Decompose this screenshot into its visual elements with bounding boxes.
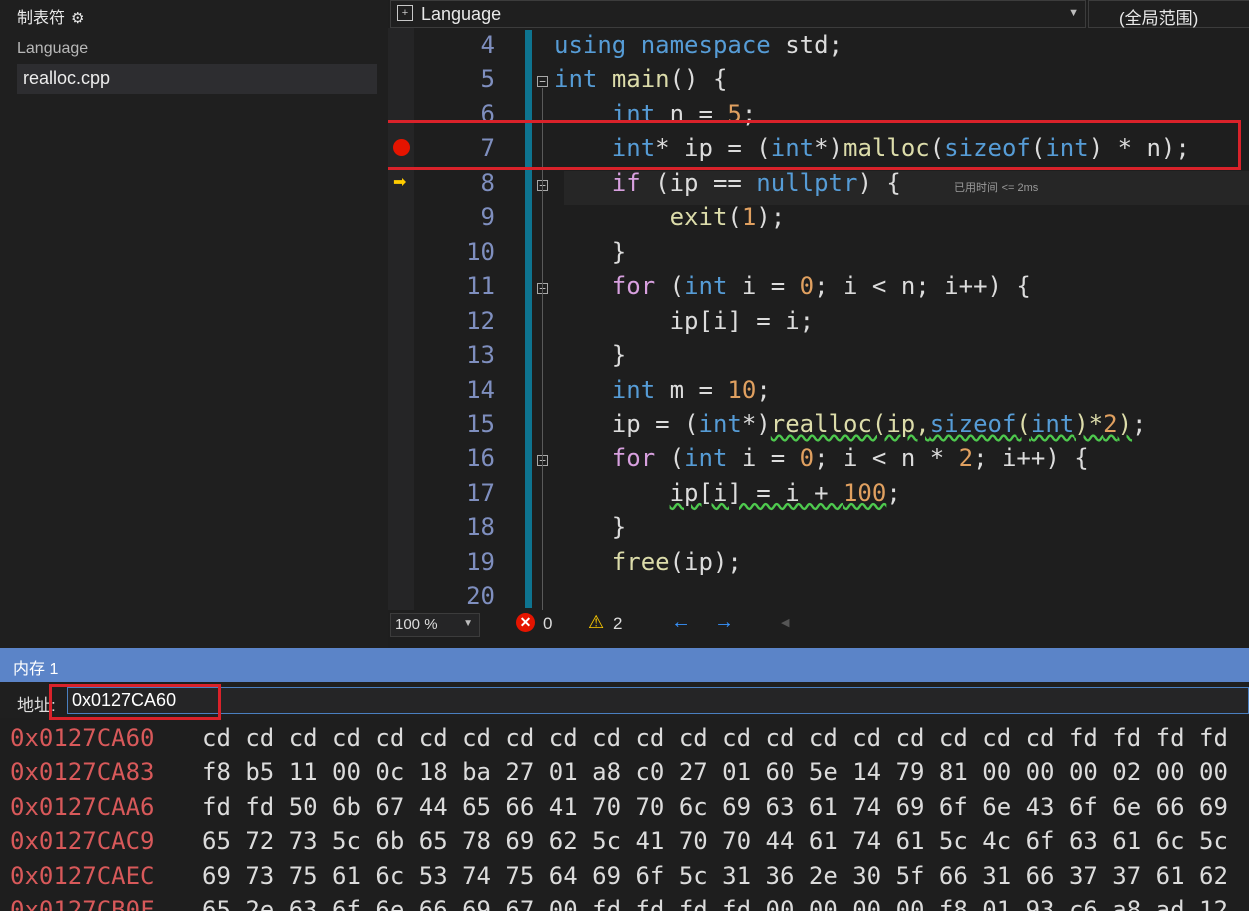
memory-title-label: 内存 1 xyxy=(13,661,59,678)
memory-row[interactable]: 0x0127CA60 cd cd cd cd cd cd cd cd cd cd … xyxy=(0,724,1249,758)
chevron-down-icon: ▼ xyxy=(1068,7,1079,19)
navigate-forward-icon[interactable]: → xyxy=(714,611,734,634)
solution-panel: 制表符 ⚙ Language realloc.cpp xyxy=(0,0,388,648)
memory-address: 0x0127CAA6 xyxy=(10,792,155,821)
file-name: realloc.cpp xyxy=(23,68,111,88)
line-number: 13 xyxy=(466,341,495,370)
memory-bytes[interactable]: cd cd cd cd cd cd cd cd cd cd cd cd cd c… xyxy=(202,724,1228,752)
code-line[interactable]: } xyxy=(554,341,626,369)
change-tracking-bar xyxy=(525,30,532,608)
scope-dropdown-label: (全局范围) xyxy=(1119,9,1199,28)
memory-address: 0x0127CA83 xyxy=(10,758,155,787)
line-number: 12 xyxy=(466,306,495,335)
memory-row[interactable]: 0x0127CAA6 fd fd 50 6b 67 44 65 66 41 70 … xyxy=(0,793,1249,827)
code-line[interactable]: if (ip == nullptr) { xyxy=(554,169,901,197)
line-number: 18 xyxy=(466,513,495,542)
line-number: 16 xyxy=(466,444,495,473)
file-item-realloc[interactable]: realloc.cpp xyxy=(17,64,377,94)
project-dropdown-label: Language xyxy=(421,4,502,24)
code-line[interactable]: } xyxy=(554,513,626,541)
line-number: 11 xyxy=(466,272,495,301)
elapsed-value: <= 2ms xyxy=(1001,182,1039,194)
memory-bytes[interactable]: fd fd 50 6b 67 44 65 66 41 70 70 6c 69 6… xyxy=(202,793,1228,821)
memory-row[interactable]: 0x0127CAEC 69 73 75 61 6c 53 74 75 64 69 … xyxy=(0,862,1249,896)
line-number: 5 xyxy=(480,65,495,94)
memory-address: 0x0127CA60 xyxy=(10,724,155,752)
fold-guide xyxy=(542,295,543,359)
gear-icon[interactable]: ⚙ xyxy=(71,10,84,27)
code-line[interactable]: } xyxy=(554,238,626,266)
annotation-box-line-7 xyxy=(388,120,1241,170)
line-number: 9 xyxy=(480,203,495,232)
line-number: 14 xyxy=(466,375,495,404)
panel-title-label: 制表符 xyxy=(17,10,66,27)
memory-address: 0x0127CB0F xyxy=(10,896,155,911)
scope-dropdown[interactable]: (全局范围) xyxy=(1088,0,1249,28)
scroll-left-icon[interactable]: ◀ xyxy=(781,616,789,629)
panel-title: 制表符 ⚙ xyxy=(17,4,84,28)
fold-guide xyxy=(542,191,543,255)
memory-bytes[interactable]: 65 72 73 5c 6b 65 78 69 62 5c 41 70 70 4… xyxy=(202,827,1228,855)
code-line[interactable]: ip[i] = i + 100; xyxy=(554,479,901,507)
line-number: 20 xyxy=(466,582,495,610)
fold-toggle-icon[interactable]: − xyxy=(537,76,548,88)
memory-grid[interactable]: 0x0127CA60 cd cd cd cd cd cd cd cd cd cd … xyxy=(0,722,1249,911)
memory-bytes[interactable]: f8 b5 11 00 0c 18 ba 27 01 a8 c0 27 01 6… xyxy=(202,758,1228,786)
warning-icon[interactable]: ⚠ xyxy=(588,612,604,633)
elapsed-label: 已用时间 xyxy=(954,182,998,194)
memory-row[interactable]: 0x0127CAC9 65 72 73 5c 6b 65 78 69 62 5c … xyxy=(0,827,1249,861)
code-line[interactable]: using namespace std; xyxy=(554,31,843,59)
memory-row[interactable]: 0x0127CA83 f8 b5 11 00 0c 18 ba 27 01 a8 … xyxy=(0,758,1249,792)
chevron-down-icon: ▼ xyxy=(463,618,473,629)
elapsed-time-hint: 已用时间 <= 2ms xyxy=(954,179,1038,195)
zoom-dropdown[interactable]: 100 % ▼ xyxy=(390,613,480,637)
navigation-bar: + Language ▼ (全局范围) xyxy=(388,0,1249,28)
line-number: 15 xyxy=(466,409,495,438)
address-input[interactable] xyxy=(67,687,1249,714)
line-number: 10 xyxy=(466,237,495,266)
code-line[interactable]: int main() { xyxy=(554,65,727,93)
memory-address: 0x0127CAC9 xyxy=(10,827,155,856)
navigate-back-icon[interactable]: ← xyxy=(671,611,691,634)
zoom-value: 100 % xyxy=(395,616,438,633)
language-label: Language xyxy=(17,40,89,57)
error-icon[interactable]: ✕ xyxy=(516,613,535,632)
code-line[interactable]: exit(1); xyxy=(554,203,786,231)
warning-count[interactable]: 2 xyxy=(613,614,622,634)
line-number: 17 xyxy=(466,478,495,507)
project-icon: + xyxy=(397,5,413,21)
code-line[interactable]: ip[i] = i; xyxy=(554,307,815,335)
code-line[interactable]: for (int i = 0; i < n * 2; i++) { xyxy=(554,444,1089,472)
error-count[interactable]: 0 xyxy=(543,614,552,634)
memory-address: 0x0127CAEC xyxy=(10,861,155,890)
code-editor[interactable]: ➡ 4 using namespace std; 5 int main() {6 in… xyxy=(388,28,1249,610)
code-line[interactable]: free(ip); xyxy=(554,548,742,576)
annotation-box-address xyxy=(49,684,221,720)
code-line[interactable]: ip = (int*)realloc(ip,sizeof(int)*2); xyxy=(554,410,1147,438)
line-number: 4 xyxy=(480,31,495,59)
memory-bytes[interactable]: 65 2e 63 6f 6e 66 69 67 00 fd fd fd fd 0… xyxy=(202,896,1228,911)
memory-row[interactable]: 0x0127CB0F 65 2e 63 6f 6e 66 69 67 00 fd … xyxy=(0,896,1249,911)
project-dropdown[interactable]: + Language ▼ xyxy=(390,0,1086,28)
editor-status-strip: 100 % ▼ ✕ 0 ⚠ 2 ← → ◀ xyxy=(388,610,1249,638)
line-number: 19 xyxy=(466,547,495,576)
code-line[interactable]: int m = 10; xyxy=(554,376,771,404)
line-number: 8 xyxy=(480,168,495,197)
memory-window-title[interactable]: 内存 1 xyxy=(0,648,1249,682)
code-line[interactable]: for (int i = 0; i < n; i++) { xyxy=(554,272,1031,300)
memory-bytes[interactable]: 69 73 75 61 6c 53 74 75 64 69 6f 5c 31 3… xyxy=(202,862,1228,890)
fold-guide xyxy=(542,467,543,531)
